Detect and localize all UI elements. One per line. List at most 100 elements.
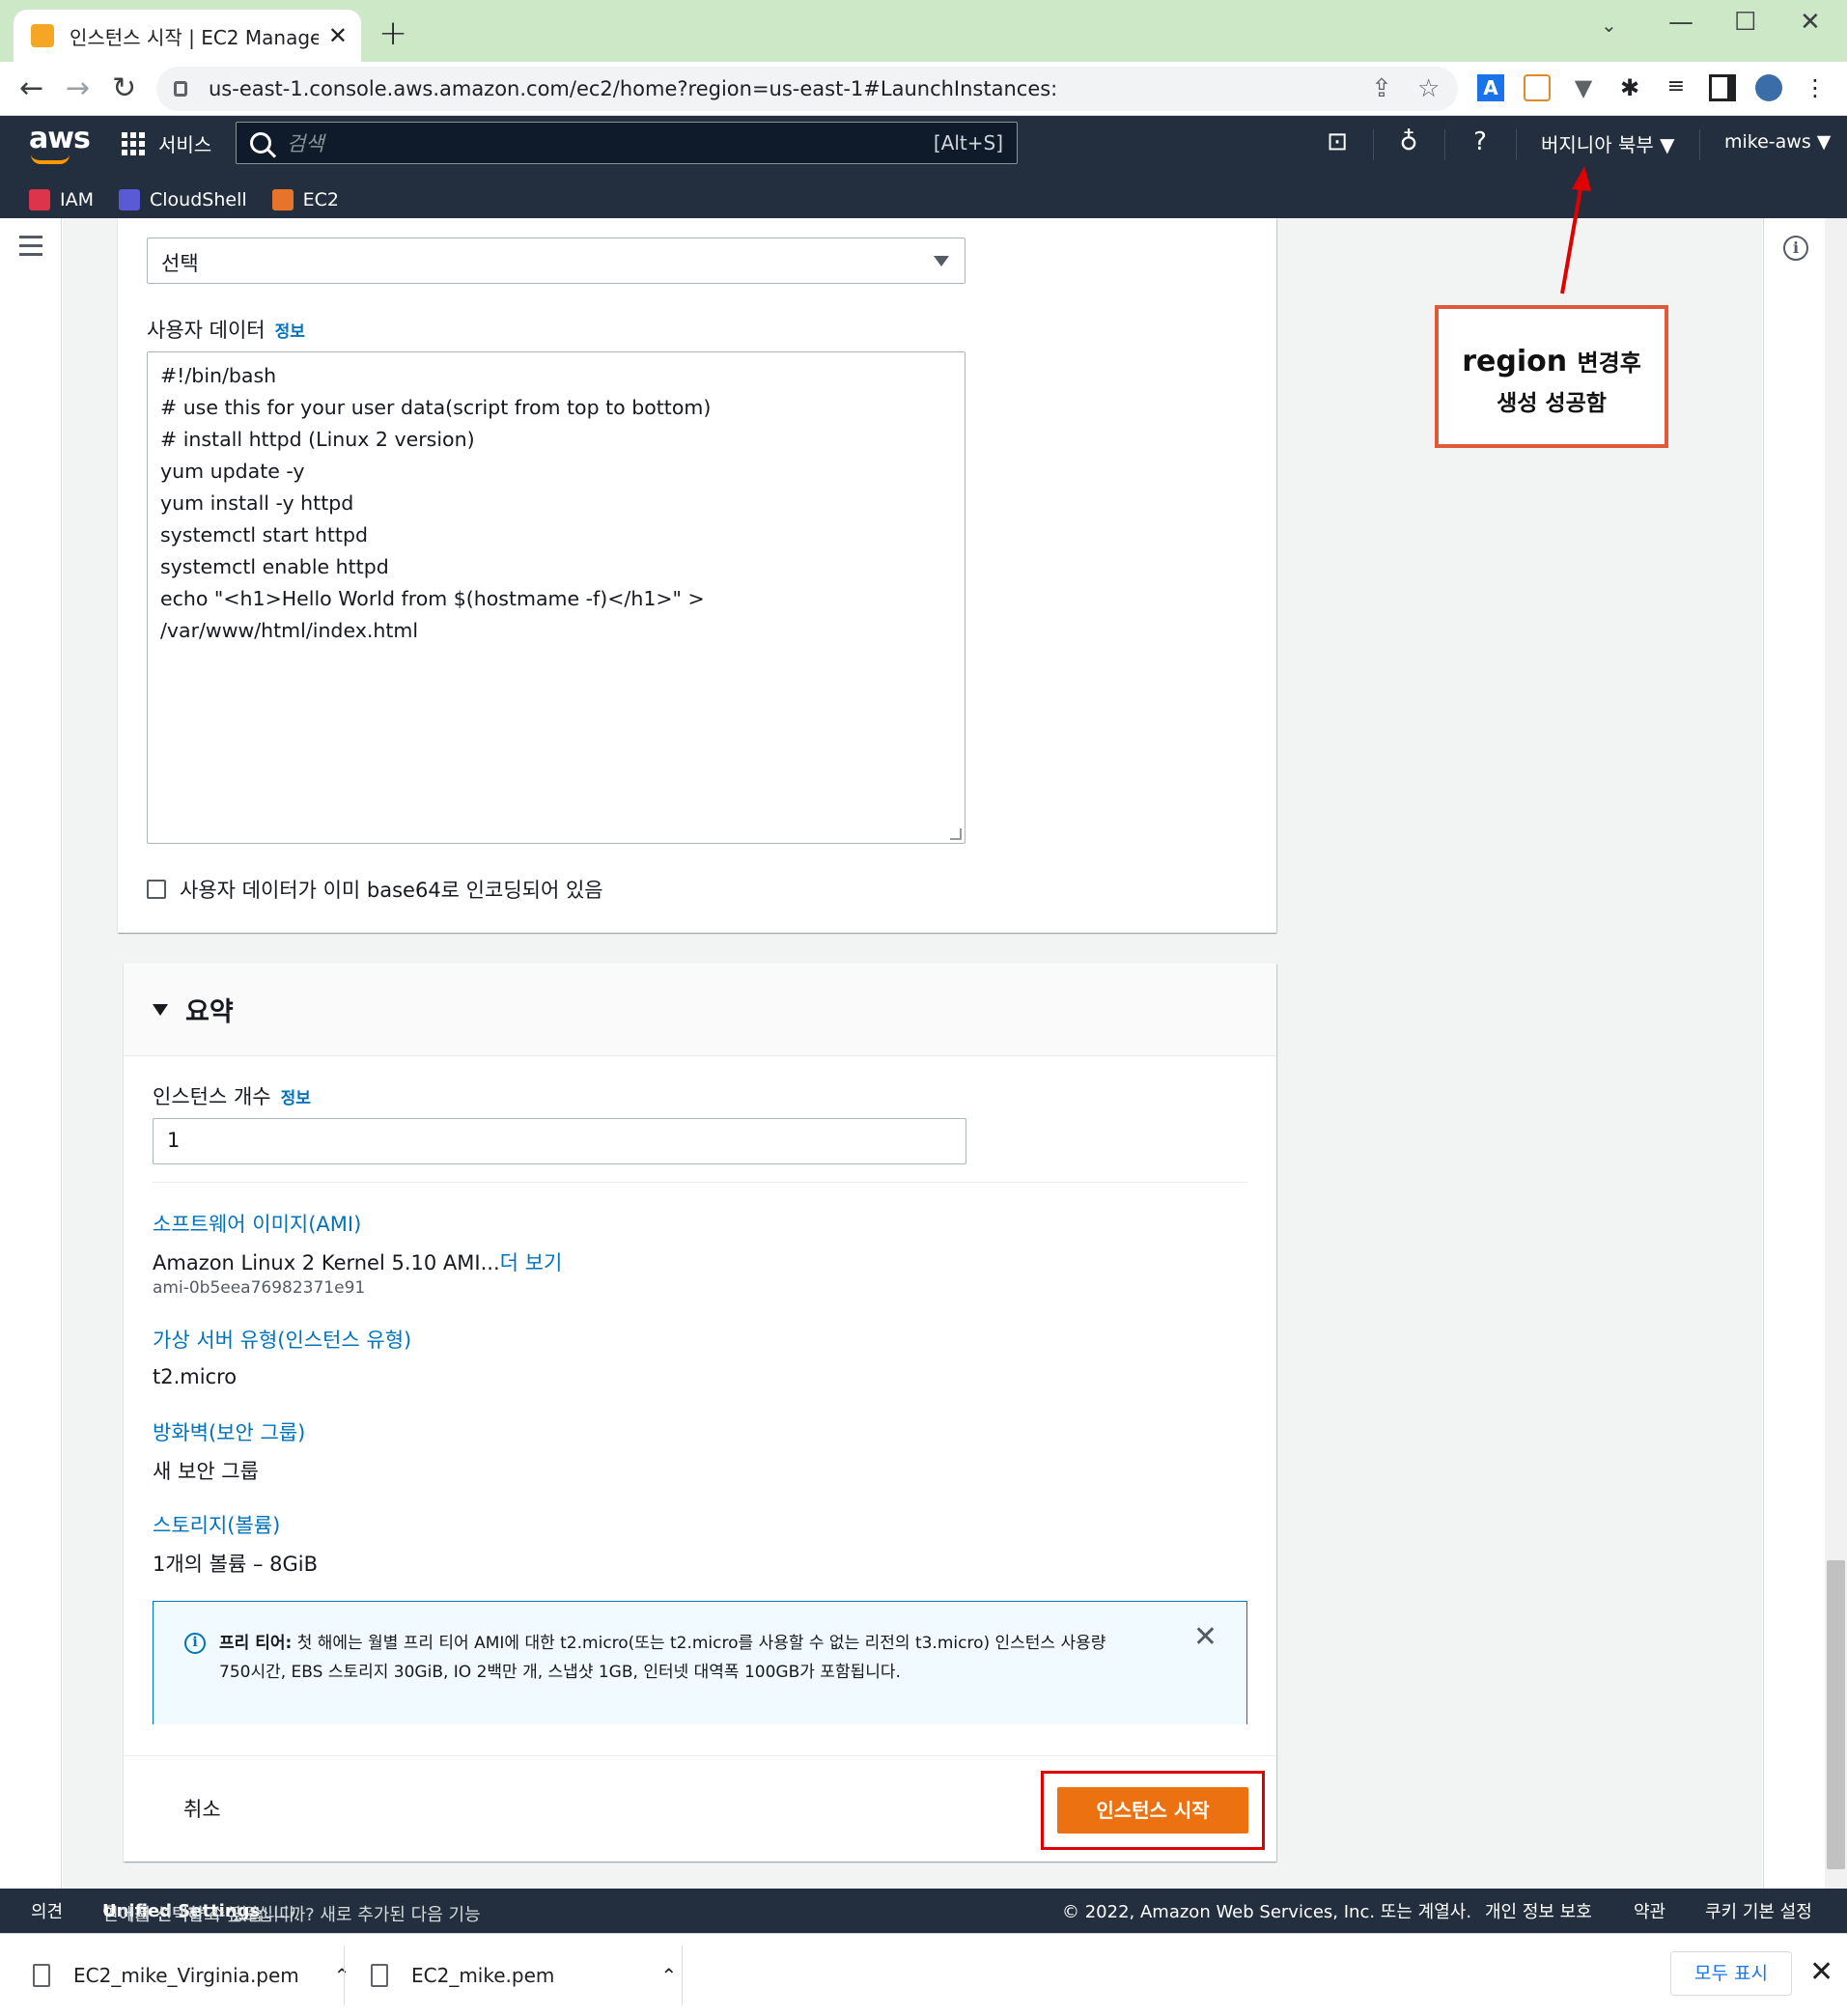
ami-id: ami-0b5eea76982371e91 — [153, 1278, 366, 1298]
download-item[interactable]: EC2_mike.pem ⌃ — [371, 1951, 677, 2000]
cast-extension-icon[interactable] — [1524, 74, 1551, 101]
code-line: systemctl start httpd — [160, 523, 368, 546]
user-data-textarea[interactable]: #!/bin/bash # use this for your user dat… — [147, 351, 965, 844]
profile-avatar[interactable] — [1755, 74, 1782, 101]
browser-tab[interactable]: 인스턴스 시작 | EC2 Manageme ✕ — [14, 10, 361, 62]
caret-down-icon — [934, 256, 949, 266]
feedback-link[interactable]: 의견 — [31, 1898, 63, 1923]
new-tab-icon[interactable]: + — [378, 14, 407, 53]
favorite-label: EC2 — [302, 189, 339, 210]
download-separator — [344, 1946, 345, 2005]
lock-icon — [174, 81, 187, 97]
download-item[interactable]: EC2_mike_Virginia.pem ⌃ — [33, 1951, 350, 2000]
close-icon[interactable]: ✕ — [1193, 1623, 1217, 1652]
account-menu[interactable]: mike-aws ▼ — [1724, 131, 1831, 153]
annotation-region: region — [1462, 345, 1568, 378]
grid-icon — [122, 131, 145, 155]
info-icon[interactable]: i — [1783, 236, 1808, 261]
favorite-label: CloudShell — [150, 189, 247, 210]
bookmark-star-icon[interactable]: ☆ — [1417, 74, 1440, 103]
scrollbar-thumb[interactable] — [1827, 1560, 1845, 1869]
services-label: 서비스 — [158, 133, 212, 156]
ami-link[interactable]: 소프트웨어 이미지(AMI) — [153, 1209, 361, 1238]
cancel-button[interactable]: 취소 — [183, 1794, 221, 1823]
code-line: systemctl enable httpd — [160, 555, 389, 578]
favorite-iam[interactable]: IAM — [29, 189, 94, 210]
security-group-link[interactable]: 방화벽(보안 그룹) — [153, 1417, 305, 1446]
instance-type-link[interactable]: 가상 서버 유형(인스턴스 유형) — [153, 1325, 411, 1354]
code-line: # install httpd (Linux 2 version) — [160, 428, 475, 451]
ec2-icon — [271, 189, 294, 210]
summary-title: 요약 — [185, 997, 234, 1027]
side-panel-icon[interactable] — [1709, 74, 1736, 101]
favorite-cloudshell[interactable]: CloudShell — [119, 189, 247, 210]
copyright: © 2022, Amazon Web Services, Inc. 또는 계열사… — [1062, 1902, 1472, 1922]
free-tier-line2: 750시간, EBS 스토리지 30GiB, IO 2백만 개, 스냅샷 1GB… — [219, 1663, 901, 1682]
download-filename: EC2_mike_Virginia.pem — [73, 1964, 299, 1987]
storage-link[interactable]: 스토리지(볼륨) — [153, 1510, 280, 1539]
favorite-label: IAM — [60, 189, 94, 210]
instance-count-label-text: 인스턴스 개수 — [153, 1085, 271, 1108]
window-close-icon[interactable]: ✕ — [1800, 8, 1821, 37]
privacy-link[interactable]: 개인 정보 보호 — [1485, 1898, 1592, 1923]
instance-count-input[interactable]: 1 — [153, 1118, 966, 1164]
nav-separator — [1444, 129, 1445, 160]
search-input[interactable]: 검색 [Alt+S] — [236, 122, 1018, 164]
nav-separator — [1516, 129, 1517, 160]
base64-checkbox[interactable] — [147, 880, 166, 899]
aws-favicon-icon — [31, 24, 54, 47]
user-data-info-link[interactable]: 정보 — [275, 322, 305, 342]
show-all-button[interactable]: 모두 표시 — [1670, 1951, 1792, 1996]
region-selector[interactable]: 버지니아 북부 ▼ — [1541, 129, 1675, 157]
base64-checkbox-row[interactable]: 사용자 데이터가 이미 base64로 인코딩되어 있음 — [147, 875, 603, 904]
translate-extension-icon[interactable]: A — [1477, 74, 1504, 101]
share-icon[interactable]: ⇪ — [1371, 74, 1392, 103]
left-nav-rail — [0, 218, 62, 1889]
maximize-icon[interactable]: ☐ — [1734, 8, 1756, 37]
language-text2: 에서 선택할 수 있습니다. — [118, 1904, 301, 1925]
annotation-changed: 변경후 — [1577, 350, 1641, 377]
help-icon[interactable]: ? — [1464, 127, 1497, 156]
aws-logo[interactable]: aws — [29, 122, 91, 155]
terms-link[interactable]: 약관 — [1634, 1898, 1665, 1923]
cloudshell-fav-icon — [119, 189, 140, 210]
browser-menu-icon[interactable]: ⋮ — [1802, 74, 1829, 101]
storage-value: 1개의 볼륨 – 8GiB — [153, 1553, 319, 1576]
favorites-bar: IAM CloudShell EC2 — [0, 182, 364, 218]
cookie-preferences-link[interactable]: 쿠키 기본 설정 — [1705, 1898, 1812, 1923]
ami-more-link[interactable]: 더 보기 — [500, 1251, 563, 1274]
download-separator — [682, 1946, 683, 2005]
extensions-puzzle-icon[interactable]: ✱ — [1616, 74, 1643, 101]
language-notice: 언어를 선택하고 싶으십니까? 새로 추가된 다음 기능 Unified Sett… — [102, 1901, 481, 1925]
resize-handle-icon[interactable] — [950, 828, 962, 840]
forward-icon[interactable]: → — [66, 71, 90, 105]
tab-search-icon[interactable]: ⌄ — [1601, 14, 1617, 37]
annotation-line1: region 변경후 — [1439, 344, 1665, 378]
tab-title: 인스턴스 시작 | EC2 Manageme — [70, 25, 319, 49]
close-icon[interactable]: ✕ — [1809, 1955, 1833, 1989]
reload-icon[interactable]: ↻ — [112, 71, 136, 105]
close-icon[interactable]: ✕ — [328, 22, 348, 49]
select-value: 선택 — [161, 252, 199, 275]
chevron-up-icon[interactable]: ⌃ — [334, 1964, 350, 1987]
minimize-icon[interactable]: — — [1668, 8, 1693, 37]
back-icon[interactable]: ← — [19, 71, 43, 105]
hamburger-menu-icon[interactable] — [19, 236, 42, 262]
highlight-box — [1041, 1771, 1265, 1850]
omnibox[interactable]: us-east-1.console.aws.amazon.com/ec2/hom… — [156, 67, 1458, 111]
browser-tabstrip: 인스턴스 시작 | EC2 Manageme ✕ + ⌄ — ☐ ✕ — [0, 0, 1847, 62]
media-control-icon[interactable]: ≡ — [1663, 74, 1690, 101]
services-menu[interactable]: 서비스 — [122, 129, 211, 157]
cloudshell-icon[interactable]: ⊡ — [1321, 127, 1354, 156]
favorite-ec2[interactable]: EC2 — [271, 189, 339, 210]
search-placeholder: 검색 — [287, 132, 324, 155]
instance-count-info-link[interactable]: 정보 — [281, 1089, 311, 1108]
download-filename: EC2_mike.pem — [411, 1964, 555, 1987]
ami-value-text: Amazon Linux 2 Kernel 5.10 AMI... — [153, 1251, 500, 1274]
vue-extension-icon[interactable]: ▼ — [1570, 74, 1597, 101]
bell-icon[interactable]: ♁ — [1392, 127, 1425, 156]
summary-header[interactable]: 요약 — [124, 964, 1276, 1056]
chevron-up-icon[interactable]: ⌃ — [660, 1964, 677, 1987]
annotation-line2: 생성 성공함 — [1497, 391, 1607, 416]
metadata-select[interactable]: 선택 — [147, 238, 965, 284]
